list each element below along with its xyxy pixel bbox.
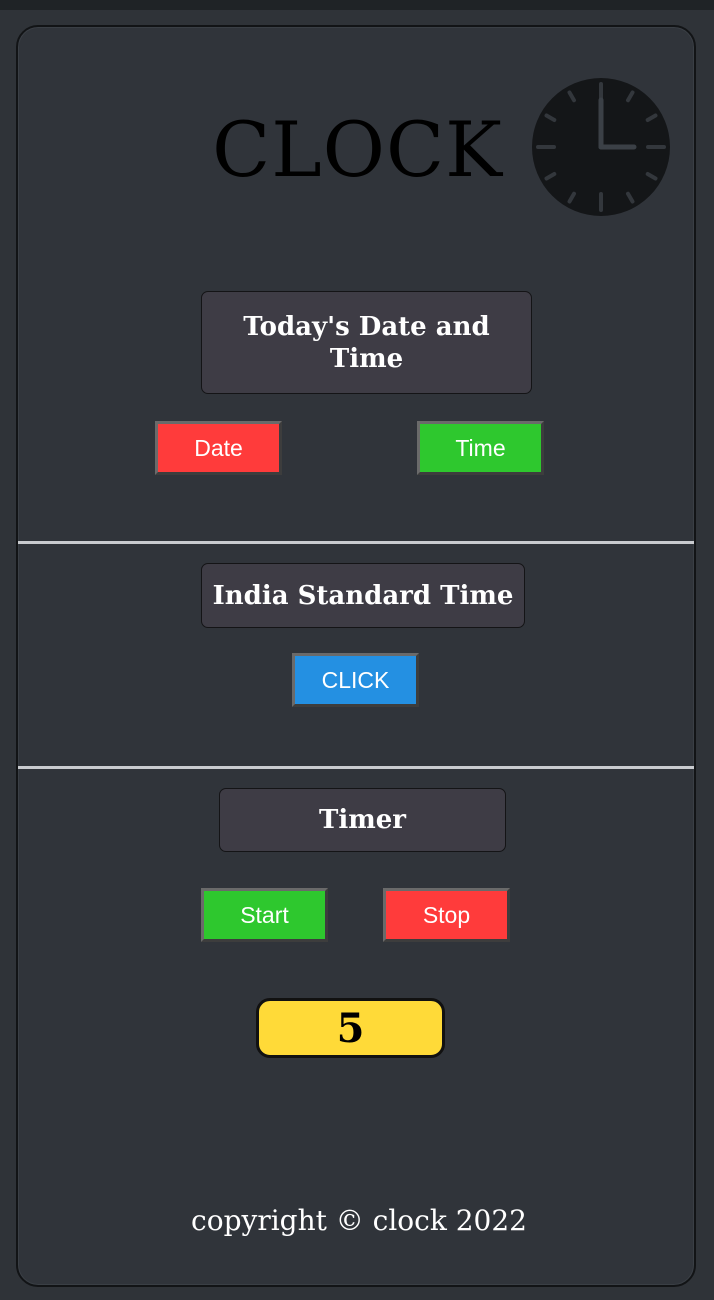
time-button[interactable]: Time [417,421,544,475]
ist-click-button[interactable]: CLICK [292,653,419,707]
section-divider [18,766,694,769]
start-button[interactable]: Start [201,888,328,942]
stop-button[interactable]: Stop [383,888,510,942]
ist-heading: India Standard Time [201,563,525,628]
status-bar [0,0,714,10]
page-title: CLOCK [212,105,503,194]
section-divider [18,541,694,544]
footer-copyright: copyright © clock 2022 [191,1204,527,1237]
timer-counter: 5 [256,998,445,1058]
timer-heading: Timer [219,788,506,852]
date-button[interactable]: Date [155,421,282,475]
analog-clock-icon [532,78,670,216]
date-time-heading: Today's Date and Time [201,291,532,394]
